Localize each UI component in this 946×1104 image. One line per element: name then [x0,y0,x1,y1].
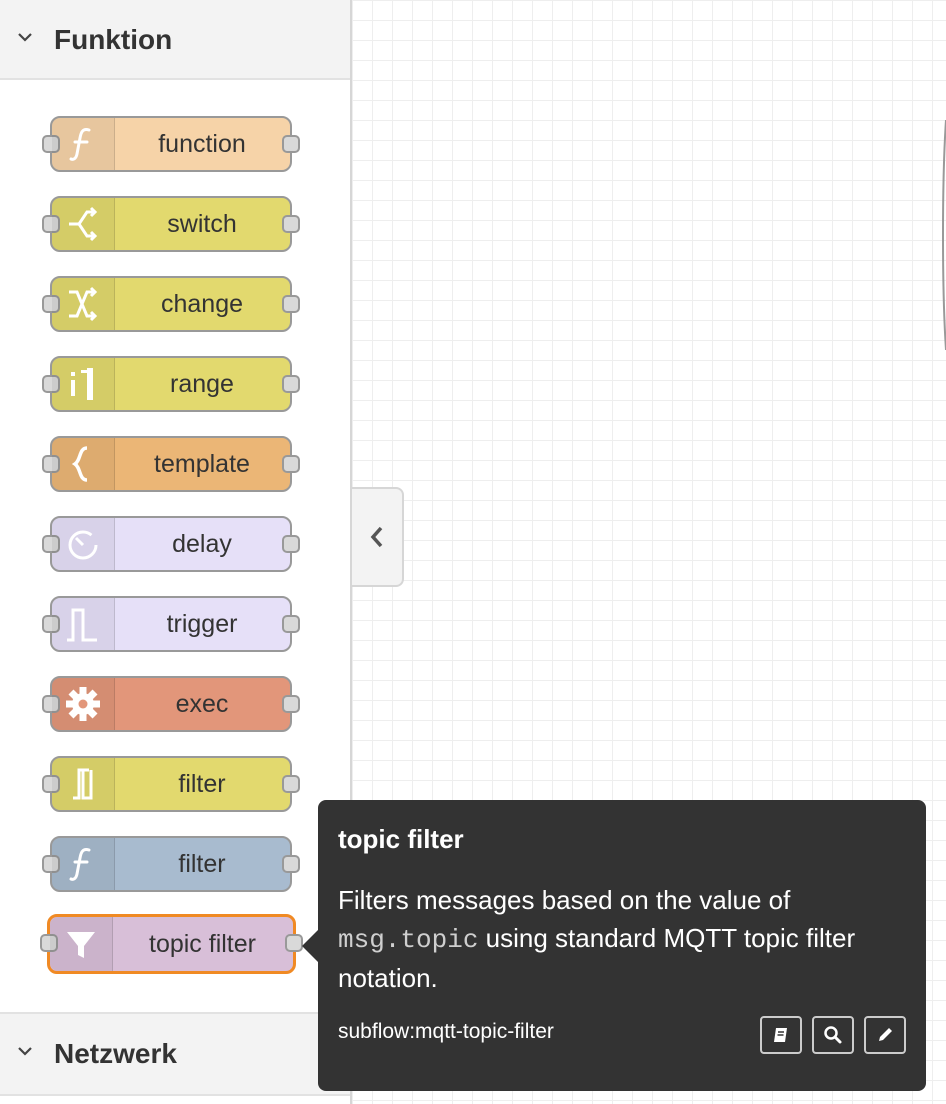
rbe-icon [52,758,115,810]
category-label: Netzwerk [54,1038,177,1069]
gear-icon [52,678,115,730]
node-label: filter [178,849,226,878]
output-port [282,135,300,153]
chevron-down-icon [18,1047,32,1056]
node-label: switch [167,209,237,238]
pencil-icon [879,1028,892,1041]
switch-icon [52,198,115,250]
description-text: Filters messages based on the value of [338,885,791,915]
search-button[interactable] [812,1016,854,1054]
palette-node-filter-rbe[interactable]: filter [42,756,300,812]
palette-node-filter-function[interactable]: filter [42,836,300,892]
node-label: function [158,129,246,158]
output-port [282,295,300,313]
chevron-left-icon [370,526,383,548]
palette-node-change[interactable]: change [42,276,300,332]
node-label: exec [175,689,229,718]
node-label: topic filter [149,929,256,958]
node-label: delay [172,529,232,558]
tooltip-arrow [302,930,318,962]
node-label: change [160,289,244,318]
timer-icon [52,518,115,570]
output-port [282,855,300,873]
tooltip-description: Filters messages based on the value of m… [338,881,906,997]
edit-button[interactable] [864,1016,906,1054]
palette-node-delay[interactable]: delay [42,516,300,572]
output-port [282,215,300,233]
search-icon [824,1026,842,1044]
tooltip-actions [760,1016,906,1054]
palette-node-range[interactable]: range [42,356,300,412]
template-icon [52,438,115,490]
book-icon [774,1028,787,1042]
node-label: trigger [166,609,238,638]
palette-node-trigger[interactable]: trigger [42,596,300,652]
trigger-icon [52,598,115,650]
node-label: template [154,449,250,478]
output-port [282,775,300,793]
palette-collapse-button[interactable] [352,487,404,587]
node-palette: Funktion function switch change range te… [0,0,350,1104]
help-button[interactable] [760,1016,802,1054]
output-port [285,934,303,952]
palette-node-topic-filter[interactable]: topic filter [40,914,303,974]
node-type-label: subflow:mqtt-topic-filter [338,1020,554,1043]
node-label: range [170,369,234,398]
output-port [282,455,300,473]
output-port [282,695,300,713]
tooltip-title: topic filter [338,824,464,854]
category-header-funktion[interactable]: Funktion [0,0,350,80]
palette-node-switch[interactable]: switch [42,196,300,252]
palette-node-template[interactable]: template [42,436,300,492]
range-icon [52,358,115,410]
funnel-icon [50,917,113,971]
chevron-down-icon [18,33,32,42]
palette-node-exec[interactable]: exec [42,676,300,732]
output-port [282,535,300,553]
description-code: msg.topic [338,925,479,955]
output-port [282,615,300,633]
output-port [282,375,300,393]
node-info-tooltip: topic filter Filters messages based on t… [302,800,926,1091]
palette-node-function[interactable]: function [42,116,300,172]
function-icon [52,118,115,170]
category-label: Funktion [54,24,173,55]
shuffle-icon [52,278,115,330]
wire-segment[interactable] [942,120,946,350]
category-header-netzwerk[interactable]: Netzwerk [0,1012,350,1096]
node-label: filter [178,769,226,798]
function-icon [52,838,115,890]
